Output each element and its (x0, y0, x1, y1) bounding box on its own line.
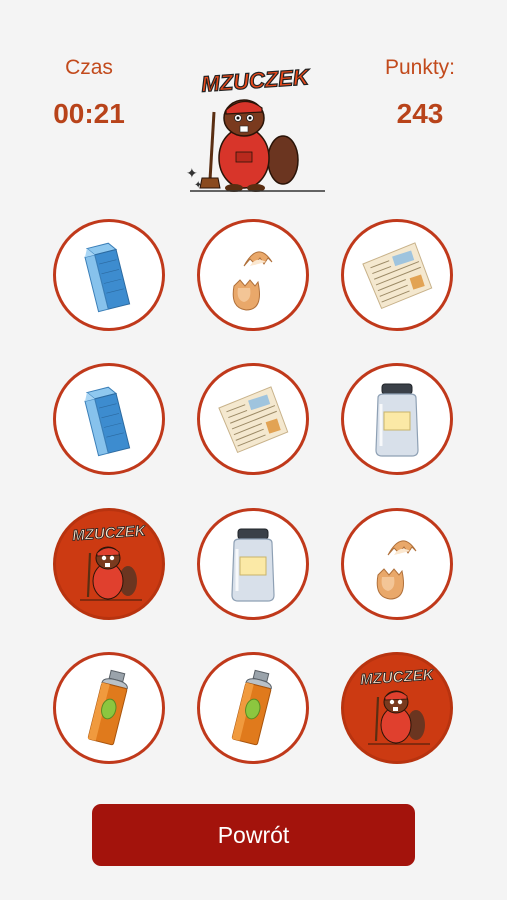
eggshell-icon (232, 251, 273, 311)
newspaper-icon (362, 242, 433, 310)
svg-text:MZUCZEK: MZUCZEK (360, 666, 435, 688)
spray-can-icon (87, 669, 128, 746)
memory-card-hidden[interactable]: MZUCZEK (341, 652, 453, 764)
time-label: Czas (65, 56, 113, 79)
svg-text:✦: ✦ (194, 180, 202, 191)
memory-card-hidden[interactable]: MZUCZEK (53, 508, 165, 620)
memory-card-spray-can[interactable] (53, 652, 165, 764)
milk-carton-icon (84, 386, 131, 457)
back-button[interactable]: Powrót (92, 804, 415, 866)
points-label: Punkty: (384, 56, 456, 79)
mzuczek-logo: MZUCZEK ✦ ✦ (180, 60, 330, 195)
points-value: 243 (396, 98, 444, 129)
mascot-card-back-icon: MZUCZEK (359, 666, 436, 745)
memory-card-spray-can[interactable] (197, 652, 309, 764)
memory-card-milk-carton[interactable] (53, 363, 165, 475)
milk-carton-icon (84, 242, 131, 313)
memory-card-newspaper[interactable] (197, 363, 309, 475)
beaver-mascot-icon: MZUCZEK ✦ ✦ (186, 64, 325, 192)
newspaper-icon (218, 386, 289, 454)
logo-text: MZUCZEK (201, 64, 312, 97)
eggshell-icon (376, 540, 417, 600)
memory-card-eggshell[interactable] (341, 508, 453, 620)
glass-jar-icon (231, 528, 275, 602)
glass-jar-icon (375, 383, 419, 457)
memory-card-newspaper[interactable] (341, 219, 453, 331)
memory-card-milk-carton[interactable] (53, 219, 165, 331)
svg-text:MZUCZEK: MZUCZEK (72, 522, 147, 544)
mascot-card-back-icon: MZUCZEK (71, 522, 148, 601)
spray-can-icon (231, 669, 272, 746)
memory-card-eggshell[interactable] (197, 219, 309, 331)
time-value: 00:21 (53, 98, 125, 129)
memory-card-glass-jar[interactable] (197, 508, 309, 620)
memory-card-glass-jar[interactable] (341, 363, 453, 475)
